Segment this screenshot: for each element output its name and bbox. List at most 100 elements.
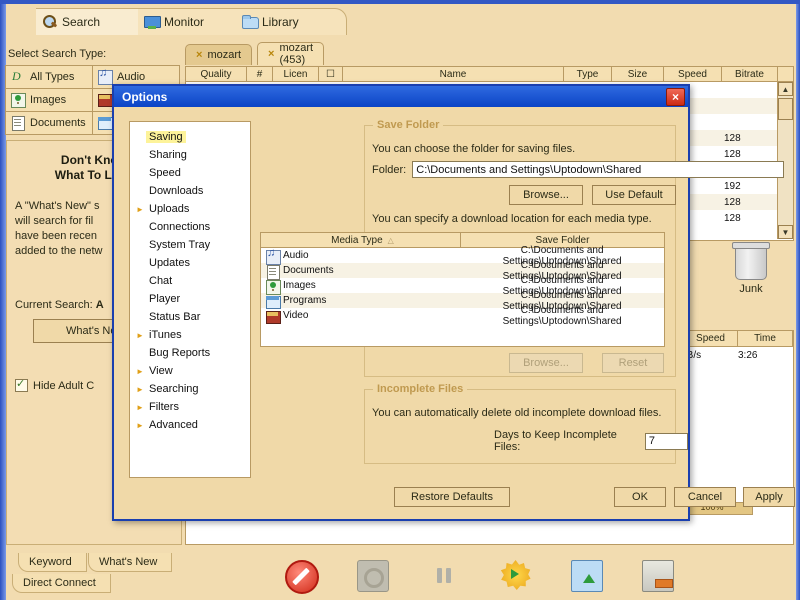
apply-button[interactable]: Apply — [743, 487, 795, 507]
tree-item-connections-label: Connections — [149, 221, 211, 233]
days-to-keep-row: Days to Keep Incomplete Files: 7 — [494, 429, 688, 453]
bottom-tab-keyword[interactable]: Keyword — [18, 553, 87, 572]
tree-item-player[interactable]: Player — [130, 290, 250, 308]
folder-input[interactable]: C:\Documents and Settings\Uptodown\Share… — [412, 161, 785, 178]
tree-item-downloads[interactable]: Downloads — [130, 182, 250, 200]
use-default-button[interactable]: Use Default — [592, 185, 676, 205]
images-icon — [10, 92, 26, 108]
tree-item-uploads-label: Uploads — [149, 203, 190, 215]
scroll-down-button[interactable]: ▼ — [778, 225, 793, 239]
tree-item-searching[interactable]: ► Searching — [130, 380, 250, 398]
tree-item-chat-label: Chat — [149, 275, 173, 287]
folder-icon — [242, 14, 259, 30]
browse-button[interactable]: Browse... — [509, 185, 583, 205]
options-tree[interactable]: Saving Sharing Speed Downloads ► Uploads … — [129, 121, 251, 478]
bottom-tab-bar: Keyword What's New Direct Connect — [12, 553, 212, 597]
chevron-right-icon[interactable]: ► — [136, 367, 146, 376]
results-col-name[interactable]: Name — [343, 66, 564, 82]
scroll-up-button[interactable]: ▲ — [778, 82, 793, 96]
search-type-images[interactable]: Images — [5, 88, 93, 112]
media-type-name: Images — [283, 280, 316, 291]
media-table-row[interactable]: Video C:\Documents and Settings\Uptodown… — [261, 305, 664, 327]
toolbar-pause-button[interactable] — [422, 560, 466, 600]
dialog-action-bar: Restore Defaults OK Cancel Apply — [114, 487, 795, 509]
tree-item-itunes-label: iTunes — [149, 329, 182, 341]
tree-item-sharing[interactable]: Sharing — [130, 146, 250, 164]
tree-item-connections[interactable]: Connections — [130, 218, 250, 236]
chevron-right-icon[interactable]: ► — [136, 403, 146, 412]
bottom-tab-direct-connect[interactable]: Direct Connect — [12, 574, 111, 593]
chevron-right-icon[interactable]: ► — [136, 421, 146, 430]
tree-item-system-tray[interactable]: System Tray — [130, 236, 250, 254]
days-to-keep-input[interactable]: 7 — [644, 432, 688, 450]
search-tab-mozart-453[interactable]: × mozart (453) — [257, 42, 325, 66]
folder-row: Folder: C:\Documents and Settings\Uptodo… — [372, 161, 785, 178]
results-col-license[interactable]: Licen — [273, 66, 319, 82]
search-tab-mozart[interactable]: × mozart — [185, 44, 253, 65]
tree-item-filters-label: Filters — [149, 401, 179, 413]
media-table-col-media-type[interactable]: Media Type △ — [261, 233, 461, 248]
chevron-right-icon[interactable]: ► — [136, 205, 146, 214]
chevron-right-icon[interactable]: ► — [136, 385, 146, 394]
close-icon[interactable]: × — [268, 48, 274, 60]
restore-defaults-button[interactable]: Restore Defaults — [394, 487, 510, 507]
tree-item-updates[interactable]: Updates — [130, 254, 250, 272]
search-type-documents-label: Documents — [30, 117, 86, 129]
tree-item-uploads[interactable]: ► Uploads — [130, 200, 250, 218]
tree-item-chat[interactable]: Chat — [130, 272, 250, 290]
toolbar-resume-button[interactable] — [351, 560, 395, 600]
tree-item-speed-label: Speed — [149, 167, 181, 179]
toolbar-library-button[interactable] — [636, 560, 680, 600]
tab-library[interactable]: Library — [236, 8, 347, 35]
ok-button[interactable]: OK — [614, 487, 666, 507]
cancel-button[interactable]: Cancel — [674, 487, 736, 507]
results-col-quality[interactable]: Quality — [185, 66, 247, 82]
tree-item-advanced[interactable]: ► Advanced — [130, 416, 250, 434]
results-col-icon[interactable]: ☐ — [319, 66, 343, 82]
results-col-bitrate[interactable]: Bitrate — [722, 66, 778, 82]
hide-adult-checkbox[interactable] — [15, 377, 28, 392]
tree-item-speed[interactable]: Speed — [130, 164, 250, 182]
tree-item-bug-reports[interactable]: Bug Reports — [130, 344, 250, 362]
results-col-speed[interactable]: Speed — [664, 66, 722, 82]
tree-item-downloads-label: Downloads — [149, 185, 204, 197]
tree-item-itunes[interactable]: ► iTunes — [130, 326, 250, 344]
tree-item-saving[interactable]: Saving — [130, 128, 250, 146]
search-type-documents[interactable]: Documents — [5, 111, 93, 135]
search-type-audio-label: Audio — [117, 71, 146, 83]
media-type-name: Video — [283, 310, 309, 321]
window-frame-right — [796, 0, 800, 600]
search-type-all-types[interactable]: All Types — [5, 65, 93, 89]
bottom-tab-whats-new[interactable]: What's New — [88, 553, 173, 572]
results-col-number[interactable]: # — [247, 66, 273, 82]
search-type-images-label: Images — [30, 94, 67, 106]
downloads-col-time[interactable]: Time — [738, 331, 793, 347]
close-icon[interactable]: × — [666, 88, 685, 106]
tree-item-sharing-label: Sharing — [149, 149, 187, 161]
tree-item-advanced-label: Advanced — [149, 419, 198, 431]
all-types-icon — [10, 69, 26, 85]
dialog-title-bar[interactable]: Options × — [114, 86, 688, 107]
tree-item-saving-label: Saving — [146, 131, 186, 143]
media-type-name: Programs — [283, 295, 327, 306]
resume-icon — [357, 560, 390, 592]
tree-item-status-bar[interactable]: Status Bar — [130, 308, 250, 326]
toolbar-resume-folder-button[interactable] — [565, 560, 609, 600]
current-search-value: A — [95, 299, 104, 311]
stop-icon — [285, 560, 319, 594]
chevron-right-icon[interactable]: ► — [136, 331, 146, 340]
images-icon — [265, 279, 281, 295]
close-icon[interactable]: × — [196, 49, 202, 61]
tab-search-label: Search — [62, 15, 101, 29]
media-type-table: Media Type △ Save Folder Audio C:\Docume… — [260, 232, 665, 347]
library-icon — [641, 560, 674, 592]
scrollbar-thumb[interactable] — [778, 98, 793, 120]
downloads-col-speed[interactable]: Speed — [683, 331, 738, 347]
toolbar-stop-button[interactable] — [280, 560, 324, 600]
tree-item-filters[interactable]: ► Filters — [130, 398, 250, 416]
tree-item-view[interactable]: ► View — [130, 362, 250, 380]
results-col-size[interactable]: Size — [612, 66, 664, 82]
junk-drop-target[interactable]: Junk — [718, 242, 784, 295]
toolbar-launch-button[interactable] — [494, 560, 538, 600]
results-col-type[interactable]: Type — [564, 66, 612, 82]
